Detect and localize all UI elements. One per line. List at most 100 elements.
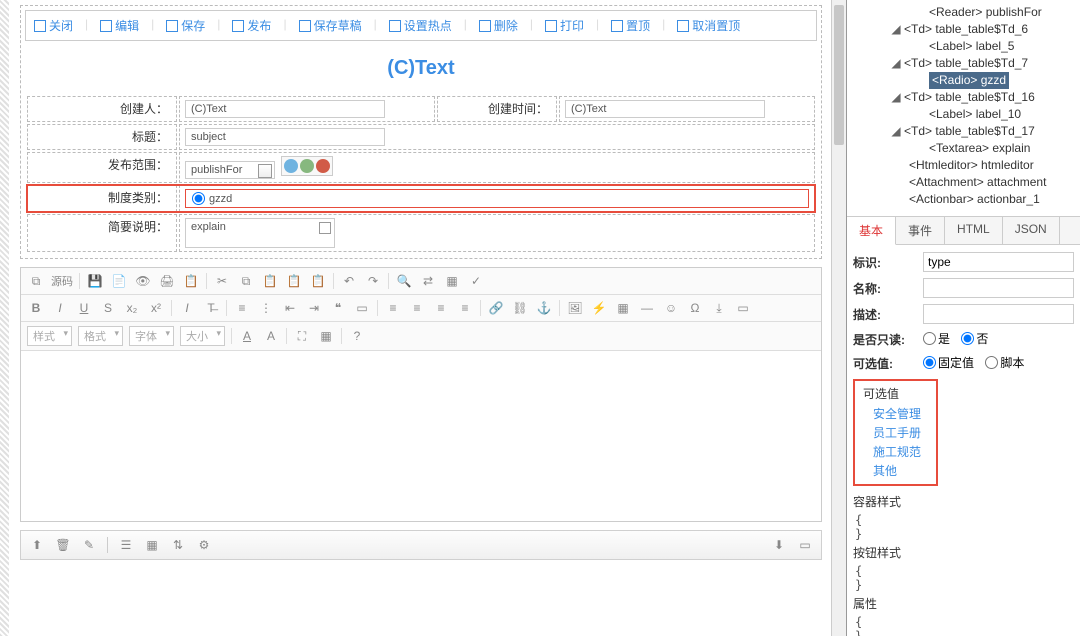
- ctime-field[interactable]: (C)Text: [565, 100, 765, 118]
- maximize-icon[interactable]: ⛶: [293, 327, 311, 345]
- redo-icon[interactable]: ↷: [364, 272, 382, 290]
- source-button[interactable]: ⧉: [27, 272, 45, 290]
- edit-attach-icon[interactable]: ✎: [81, 537, 97, 553]
- smiley-icon[interactable]: ☺: [662, 299, 680, 317]
- underline-icon[interactable]: U: [75, 299, 93, 317]
- tree-node[interactable]: <Actionbar> actionbar_1: [851, 191, 1076, 208]
- opt-fixed[interactable]: 固定值: [923, 354, 974, 371]
- preview-icon[interactable]: 👁: [134, 272, 152, 290]
- tree-node[interactable]: <Label> label_5: [851, 38, 1076, 55]
- pagebreak-icon[interactable]: ⤓: [710, 299, 728, 317]
- sort-icon[interactable]: ⇅: [170, 537, 186, 553]
- strike-icon[interactable]: S: [99, 299, 117, 317]
- ul-icon[interactable]: ⋮: [257, 299, 275, 317]
- table-icon[interactable]: ▦: [614, 299, 632, 317]
- hotspot-button[interactable]: 设置热点: [389, 17, 452, 34]
- creator-field[interactable]: (C)Text: [185, 100, 385, 118]
- ol-icon[interactable]: ≡: [233, 299, 251, 317]
- styles-select[interactable]: 样式: [27, 326, 72, 346]
- type-radio[interactable]: [192, 192, 205, 205]
- sup-icon[interactable]: x²: [147, 299, 165, 317]
- tree-node[interactable]: <Attachment> attachment: [851, 174, 1076, 191]
- name-input[interactable]: [923, 278, 1074, 298]
- align-center-icon[interactable]: ≡: [408, 299, 426, 317]
- tab-event[interactable]: 事件: [896, 217, 945, 244]
- tab-html[interactable]: HTML: [945, 217, 1003, 244]
- readonly-yes[interactable]: 是: [923, 330, 950, 347]
- edit-button[interactable]: 编辑: [100, 17, 139, 34]
- option-item[interactable]: 安全管理: [863, 404, 928, 423]
- paste-icon[interactable]: 📋: [261, 272, 279, 290]
- anchor-icon[interactable]: ⚓: [535, 299, 553, 317]
- tree-node[interactable]: <Htmleditor> htmleditor: [851, 157, 1076, 174]
- scope-field[interactable]: publishFor: [185, 161, 275, 179]
- undo-icon[interactable]: ↶: [340, 272, 358, 290]
- untop-button[interactable]: 取消置顶: [677, 17, 740, 34]
- bold-icon[interactable]: B: [27, 299, 45, 317]
- hr-icon[interactable]: —: [638, 299, 656, 317]
- print-icon[interactable]: 🖨: [158, 272, 176, 290]
- draft-button[interactable]: 保存草稿: [299, 17, 362, 34]
- italic-icon[interactable]: I: [51, 299, 69, 317]
- flash-icon[interactable]: ⚡: [590, 299, 608, 317]
- type-radio-field[interactable]: gzzd: [185, 189, 809, 208]
- save-button[interactable]: 保存: [166, 17, 205, 34]
- print-button[interactable]: 打印: [545, 17, 584, 34]
- scrollbar-thumb[interactable]: [834, 5, 844, 145]
- cut-icon[interactable]: ✂: [213, 272, 231, 290]
- iframe-icon[interactable]: ▭: [734, 299, 752, 317]
- scope-tools[interactable]: [281, 156, 333, 176]
- editor-body[interactable]: [21, 351, 821, 521]
- explain-field[interactable]: explain: [185, 218, 335, 248]
- new-icon[interactable]: 📄: [110, 272, 128, 290]
- removeformat-icon[interactable]: I: [178, 299, 196, 317]
- list-icon[interactable]: ☰: [118, 537, 134, 553]
- format-select[interactable]: 格式: [78, 326, 123, 346]
- template-icon[interactable]: 📋: [182, 272, 200, 290]
- tree-node[interactable]: <Radio> gzzd: [851, 72, 1076, 89]
- paste2-icon[interactable]: 📋: [285, 272, 303, 290]
- id-input[interactable]: [923, 252, 1074, 272]
- component-tree[interactable]: <Reader> publishFor◢<Td> table_table$Td_…: [847, 0, 1080, 216]
- upload-icon[interactable]: ⬆: [29, 537, 45, 553]
- tree-node[interactable]: ◢<Td> table_table$Td_6: [851, 21, 1076, 38]
- download-icon[interactable]: ⬇: [771, 537, 787, 553]
- option-item[interactable]: 员工手册: [863, 423, 928, 442]
- option-item[interactable]: 其他: [863, 461, 928, 480]
- tree-node[interactable]: ◢<Td> table_table$Td_17: [851, 123, 1076, 140]
- tree-node[interactable]: <Reader> publishFor: [851, 4, 1076, 21]
- paste3-icon[interactable]: 📋: [309, 272, 327, 290]
- subject-field[interactable]: subject: [185, 128, 385, 146]
- spellcheck-icon[interactable]: ✓: [467, 272, 485, 290]
- min-icon[interactable]: ▭: [797, 537, 813, 553]
- outdent-icon[interactable]: ⇤: [281, 299, 299, 317]
- close-button[interactable]: 关闭: [34, 17, 73, 34]
- top-button[interactable]: 置顶: [611, 17, 650, 34]
- textcolor-icon[interactable]: A: [238, 327, 256, 345]
- opt-script[interactable]: 脚本: [985, 354, 1024, 371]
- grid-icon[interactable]: ▦: [144, 537, 160, 553]
- about-icon[interactable]: ?: [348, 327, 366, 345]
- tree-node[interactable]: <Label> label_10: [851, 106, 1076, 123]
- blocks-icon[interactable]: ▦: [317, 327, 335, 345]
- align-right-icon[interactable]: ≡: [432, 299, 450, 317]
- tab-json[interactable]: JSON: [1003, 217, 1060, 244]
- desc-input[interactable]: [923, 304, 1074, 324]
- sub-icon[interactable]: x₂: [123, 299, 141, 317]
- readonly-no[interactable]: 否: [961, 330, 988, 347]
- align-left-icon[interactable]: ≡: [384, 299, 402, 317]
- clear-icon[interactable]: T̶: [202, 299, 220, 317]
- tree-node[interactable]: <Textarea> explain: [851, 140, 1076, 157]
- save-icon[interactable]: 💾: [86, 272, 104, 290]
- tab-basic[interactable]: 基本: [847, 217, 896, 245]
- quote-icon[interactable]: ❝: [329, 299, 347, 317]
- special-icon[interactable]: Ω: [686, 299, 704, 317]
- unlink-icon[interactable]: ⛓: [511, 299, 529, 317]
- tree-node[interactable]: ◢<Td> table_table$Td_16: [851, 89, 1076, 106]
- selectall-icon[interactable]: ▦: [443, 272, 461, 290]
- link-icon[interactable]: 🔗: [487, 299, 505, 317]
- copy-icon[interactable]: ⧉: [237, 272, 255, 290]
- tree-node[interactable]: ◢<Td> table_table$Td_7: [851, 55, 1076, 72]
- publish-button[interactable]: 发布: [232, 17, 271, 34]
- font-select[interactable]: 字体: [129, 326, 174, 346]
